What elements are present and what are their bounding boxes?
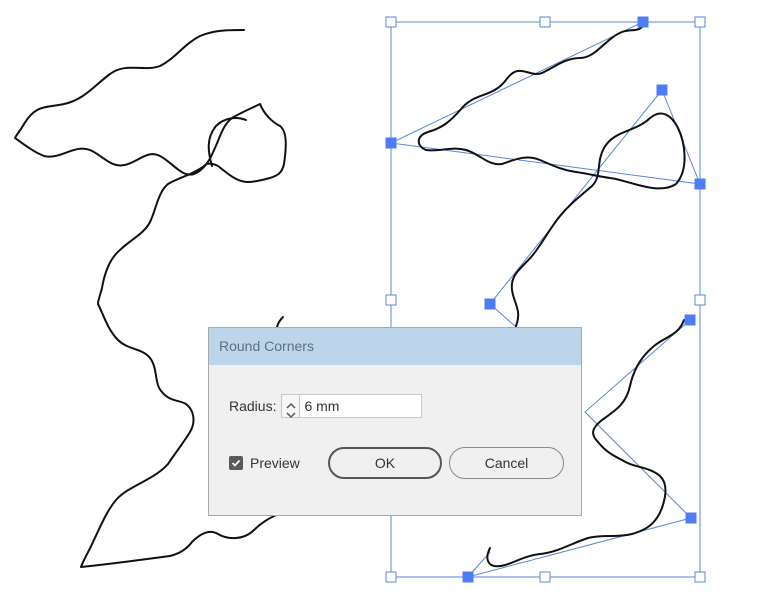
radius-stepper[interactable] bbox=[281, 394, 301, 419]
anchor-point bbox=[637, 16, 649, 28]
radius-input[interactable] bbox=[300, 394, 423, 418]
round-corners-dialog: Round Corners Radius: Preview OK Cancel bbox=[208, 327, 582, 516]
handle-top-right bbox=[694, 16, 706, 28]
handle-top-left bbox=[385, 16, 397, 28]
anchor-point bbox=[684, 314, 696, 326]
cancel-button[interactable]: Cancel bbox=[449, 447, 564, 479]
stepper-down-icon[interactable] bbox=[286, 406, 296, 419]
handle-top-middle bbox=[539, 16, 551, 28]
dialog-title[interactable]: Round Corners bbox=[209, 328, 581, 365]
radius-label: Radius: bbox=[229, 398, 277, 414]
anchor-point bbox=[462, 571, 474, 583]
handle-bottom-left bbox=[385, 571, 397, 583]
stepper-up-icon[interactable] bbox=[286, 397, 296, 409]
preview-label[interactable]: Preview bbox=[250, 455, 300, 471]
anchor-point bbox=[685, 512, 697, 524]
handle-bottom-middle bbox=[539, 571, 551, 583]
handle-bottom-right bbox=[694, 571, 706, 583]
anchor-point bbox=[484, 298, 496, 310]
handle-middle-left bbox=[385, 294, 397, 306]
checkmark-icon bbox=[231, 459, 241, 467]
left-artwork-inner-path[interactable] bbox=[207, 117, 247, 167]
anchor-point bbox=[385, 137, 397, 149]
preview-checkbox-row[interactable]: Preview bbox=[229, 452, 300, 474]
anchor-point bbox=[656, 84, 668, 96]
right-artwork-path[interactable] bbox=[417, 21, 686, 327]
radius-row: Radius: bbox=[229, 393, 423, 419]
anchor-point bbox=[694, 178, 706, 190]
left-artwork-fragment[interactable] bbox=[276, 316, 284, 328]
preview-checkbox[interactable] bbox=[229, 456, 243, 470]
handle-middle-right bbox=[694, 294, 706, 306]
ok-button[interactable]: OK bbox=[328, 447, 442, 479]
